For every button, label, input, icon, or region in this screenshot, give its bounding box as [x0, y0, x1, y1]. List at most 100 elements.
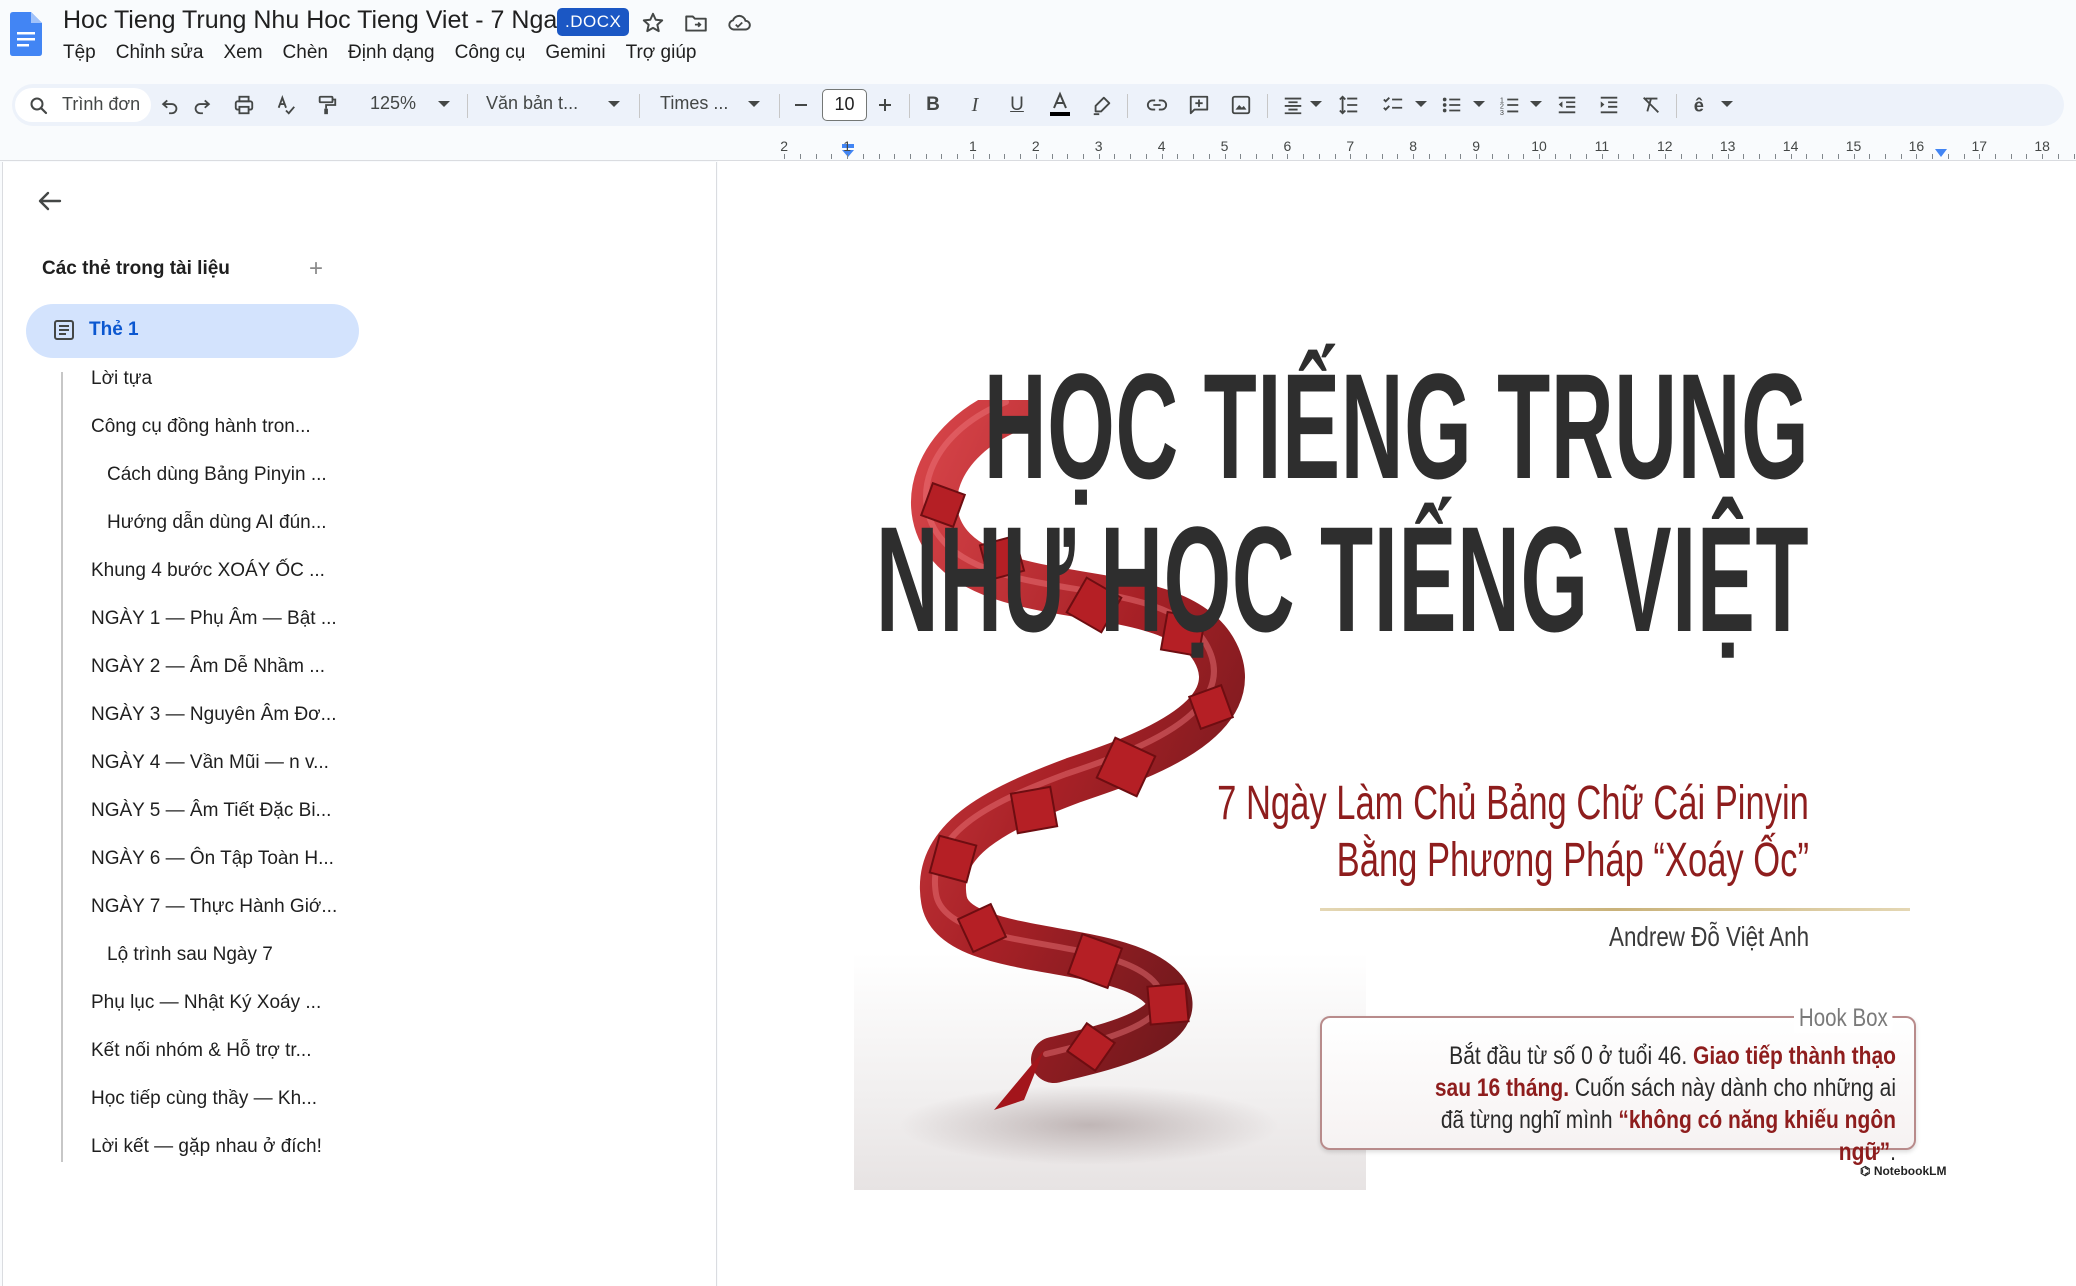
zoom-value[interactable]: 125%	[370, 93, 416, 114]
outline-item[interactable]: Kết nối nhóm & Hỗ trợ tr...	[91, 1040, 312, 1062]
title-bar: Hoc Tieng Trung Nhu Hoc Tieng Viet - 7 N…	[0, 0, 2076, 76]
outline-item[interactable]: Lộ trình sau Ngày 7	[107, 944, 273, 966]
hook-box: Hook Box Bắt đầu từ số 0 ở tuổi 46. Giao…	[1320, 1004, 1916, 1166]
ruler-tick	[1161, 154, 1163, 159]
document-title[interactable]: Hoc Tieng Trung Nhu Hoc Tieng Viet - 7 N…	[63, 6, 570, 35]
paragraph-style-select[interactable]: Văn bản t...	[486, 93, 578, 114]
print-button[interactable]	[229, 90, 259, 120]
search-icon	[30, 97, 48, 115]
text-color-button[interactable]	[1045, 90, 1075, 120]
outline-item[interactable]: Khung 4 bước XOÁY ỐC ...	[91, 560, 325, 582]
tab-1[interactable]: Thẻ 1	[26, 304, 359, 358]
undo-button[interactable]	[155, 90, 185, 120]
outline-item[interactable]: NGÀY 2 — Âm Dễ Nhầm ...	[91, 656, 325, 678]
outline-item[interactable]: Lời kết — gặp nhau ở đích!	[91, 1136, 322, 1158]
highlight-color-button[interactable]	[1087, 90, 1117, 120]
ruler-tick	[831, 154, 833, 159]
outline-item[interactable]: Cách dùng Bảng Pinyin ...	[107, 464, 327, 486]
ruler-tick	[957, 154, 959, 159]
paint-format-icon	[318, 95, 337, 115]
document-tab-icon	[54, 320, 74, 340]
underline-button[interactable]: U	[1002, 90, 1032, 120]
menu-view[interactable]: Xem	[213, 40, 272, 66]
toolbar-divider	[1676, 94, 1677, 118]
align-chevron-down-icon[interactable]	[1310, 101, 1322, 107]
ruler-tick	[1067, 154, 1069, 159]
outline-item[interactable]: NGÀY 1 — Phụ Âm — Bật ...	[91, 608, 337, 630]
insert-image-button[interactable]	[1226, 90, 1256, 120]
spellcheck-button[interactable]	[271, 90, 301, 120]
cover-image[interactable]: HỌC TIẾNG TRUNG NHƯ HỌC TIẾNG VIỆT 7 Ngà…	[854, 342, 1946, 1190]
horizontal-ruler[interactable]: 2112345678910111213141516171819	[717, 136, 2076, 160]
clear-formatting-button[interactable]	[1636, 90, 1666, 120]
hook-box-label: Hook Box	[1794, 1004, 1893, 1033]
input-tools-button[interactable]: ê	[1687, 90, 1717, 120]
italic-icon: I	[971, 93, 979, 116]
cloud-status-icon[interactable]	[726, 10, 752, 36]
input-tools-chevron-down-icon[interactable]	[1721, 101, 1733, 107]
ruler-tick	[1366, 154, 1368, 159]
outline-item[interactable]: NGÀY 6 — Ôn Tập Toàn H...	[91, 848, 334, 870]
increase-font-size-button[interactable]	[870, 90, 900, 120]
insert-comment-button[interactable]	[1184, 90, 1214, 120]
search-menus-field[interactable]: Trình đơn	[15, 88, 151, 122]
menu-edit[interactable]: Chỉnh sửa	[106, 40, 214, 66]
menu-insert[interactable]: Chèn	[273, 40, 338, 66]
bulleted-list-button[interactable]	[1437, 90, 1467, 120]
insert-link-button[interactable]	[1142, 90, 1172, 120]
link-icon	[1146, 99, 1168, 111]
ruler-tick	[910, 154, 911, 159]
bulleted-list-chevron-down-icon[interactable]	[1473, 101, 1485, 107]
menu-tools[interactable]: Công cụ	[445, 40, 536, 66]
checklist-button[interactable]	[1378, 90, 1408, 120]
font-size-input[interactable]: 10	[822, 89, 867, 121]
increase-indent-button[interactable]	[1594, 90, 1624, 120]
ruler-tick	[1554, 154, 1556, 159]
star-icon[interactable]	[640, 10, 666, 36]
ruler-tick	[1743, 154, 1745, 159]
ruler-label: 7	[1346, 138, 1355, 154]
ruler-label: 16	[1908, 138, 1925, 154]
menu-help[interactable]: Trợ giúp	[616, 40, 707, 66]
ruler-tick	[1318, 154, 1320, 159]
outline-item[interactable]: Hướng dẫn dùng AI đún...	[107, 512, 327, 534]
menu-format[interactable]: Định dạng	[338, 40, 445, 66]
outline-item[interactable]: NGÀY 7 — Thực Hành Giớ...	[91, 896, 337, 918]
style-chevron-down-icon[interactable]	[608, 101, 620, 107]
bold-button[interactable]: B	[918, 90, 948, 120]
font-family-select[interactable]: Times ...	[660, 93, 728, 114]
add-tab-button[interactable]: +	[309, 257, 323, 281]
align-button[interactable]	[1278, 90, 1308, 120]
outline-item[interactable]: Lời tựa	[91, 368, 152, 390]
underline-icon: U	[1010, 94, 1024, 115]
font-chevron-down-icon[interactable]	[748, 101, 760, 107]
outline-item[interactable]: NGÀY 3 — Nguyên Âm Đơ...	[91, 704, 336, 726]
outline-item[interactable]: NGÀY 5 — Âm Tiết Đặc Bi...	[91, 800, 331, 822]
checklist-chevron-down-icon[interactable]	[1415, 101, 1427, 107]
ruler-label: 3	[1094, 138, 1103, 154]
ruler-tick	[1900, 154, 1902, 159]
line-spacing-button[interactable]	[1334, 90, 1364, 120]
outline-item[interactable]: NGÀY 4 — Vần Mũi — n v...	[91, 752, 329, 774]
ruler-tick	[941, 154, 943, 159]
notebooklm-logo-icon: ⌬	[1860, 1164, 1874, 1178]
paint-format-button[interactable]	[312, 90, 342, 120]
outline-item[interactable]: Công cụ đồng hành tron...	[91, 416, 311, 438]
right-indent-marker-icon[interactable]	[1934, 148, 1948, 160]
outline-item[interactable]: Học tiếp cùng thầy — Kh...	[91, 1088, 317, 1110]
ruler-label: 6	[1283, 138, 1292, 154]
redo-button[interactable]	[187, 90, 217, 120]
numbered-list-chevron-down-icon[interactable]	[1530, 101, 1542, 107]
ruler-label: 12	[1657, 138, 1673, 154]
decrease-font-size-button[interactable]	[786, 90, 816, 120]
zoom-chevron-down-icon[interactable]	[438, 101, 450, 107]
back-arrow-icon[interactable]	[33, 184, 67, 218]
outline-item[interactable]: Phụ lục — Nhật Ký Xoáy ...	[91, 992, 321, 1014]
menu-file[interactable]: Tệp	[63, 40, 106, 66]
menu-gemini[interactable]: Gemini	[535, 40, 615, 66]
numbered-list-button[interactable]: 123	[1495, 90, 1525, 120]
italic-button[interactable]: I	[960, 90, 990, 120]
decrease-indent-button[interactable]	[1552, 90, 1582, 120]
docs-logo-icon[interactable]	[10, 12, 42, 56]
move-folder-icon[interactable]	[683, 10, 709, 36]
